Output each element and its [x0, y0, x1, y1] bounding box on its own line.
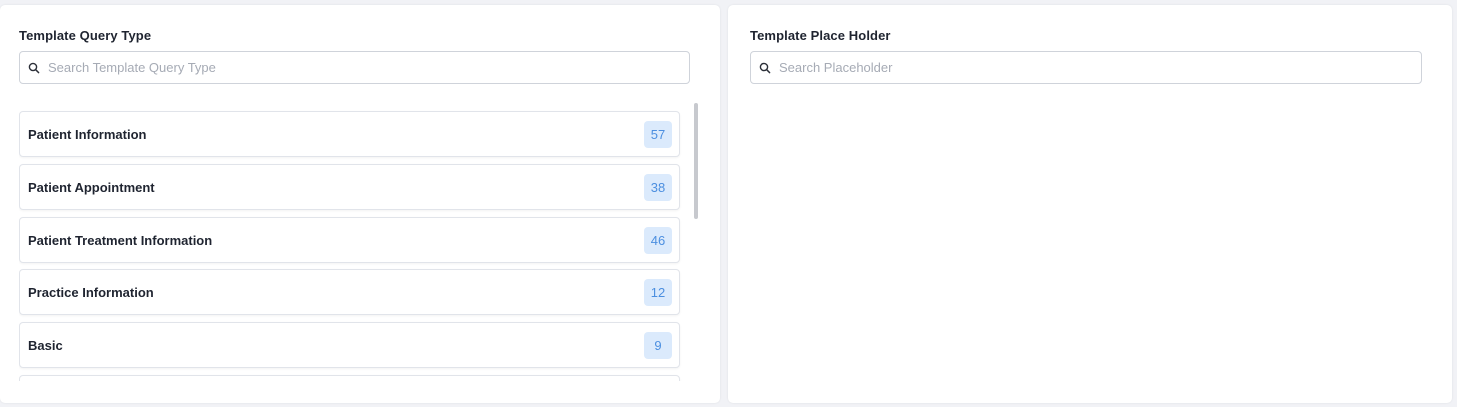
list-item-patient-information[interactable]: Patient Information 57 [19, 111, 680, 157]
scrollbar-thumb[interactable] [694, 103, 698, 219]
query-type-title: Template Query Type [19, 28, 152, 43]
list-item-patient-appointment[interactable]: Patient Appointment 38 [19, 164, 680, 210]
list-item-label: Practice Information [28, 284, 154, 300]
search-icon [751, 52, 779, 83]
placeholder-panel: Template Place Holder [728, 5, 1452, 403]
count-badge: 38 [644, 173, 672, 201]
query-type-search-box[interactable] [19, 51, 690, 84]
placeholder-title: Template Place Holder [750, 28, 891, 43]
query-type-panel: Template Query Type Patient Information … [0, 5, 720, 403]
search-icon [20, 52, 48, 83]
list-item-partial[interactable] [19, 375, 680, 381]
list-item-basic[interactable]: Basic 9 [19, 322, 680, 368]
list-item-practice-information[interactable]: Practice Information 12 [19, 269, 680, 315]
count-badge: 9 [644, 331, 672, 359]
list-scrollbar[interactable] [694, 101, 698, 381]
list-item-label: Patient Treatment Information [28, 232, 213, 248]
list-item-label: Patient Appointment [28, 179, 155, 195]
list-item-patient-treatment-information[interactable]: Patient Treatment Information 46 [19, 217, 680, 263]
query-type-list: Patient Information 57 Patient Appointme… [19, 101, 699, 381]
list-item-label: Patient Information [28, 126, 147, 142]
query-type-search-input[interactable] [48, 52, 689, 83]
placeholder-search-input[interactable] [779, 52, 1421, 83]
list-item-label: Basic [28, 337, 63, 353]
placeholder-search-box[interactable] [750, 51, 1422, 84]
count-badge: 57 [644, 120, 672, 148]
count-badge: 12 [644, 278, 672, 306]
count-badge: 46 [644, 226, 672, 254]
